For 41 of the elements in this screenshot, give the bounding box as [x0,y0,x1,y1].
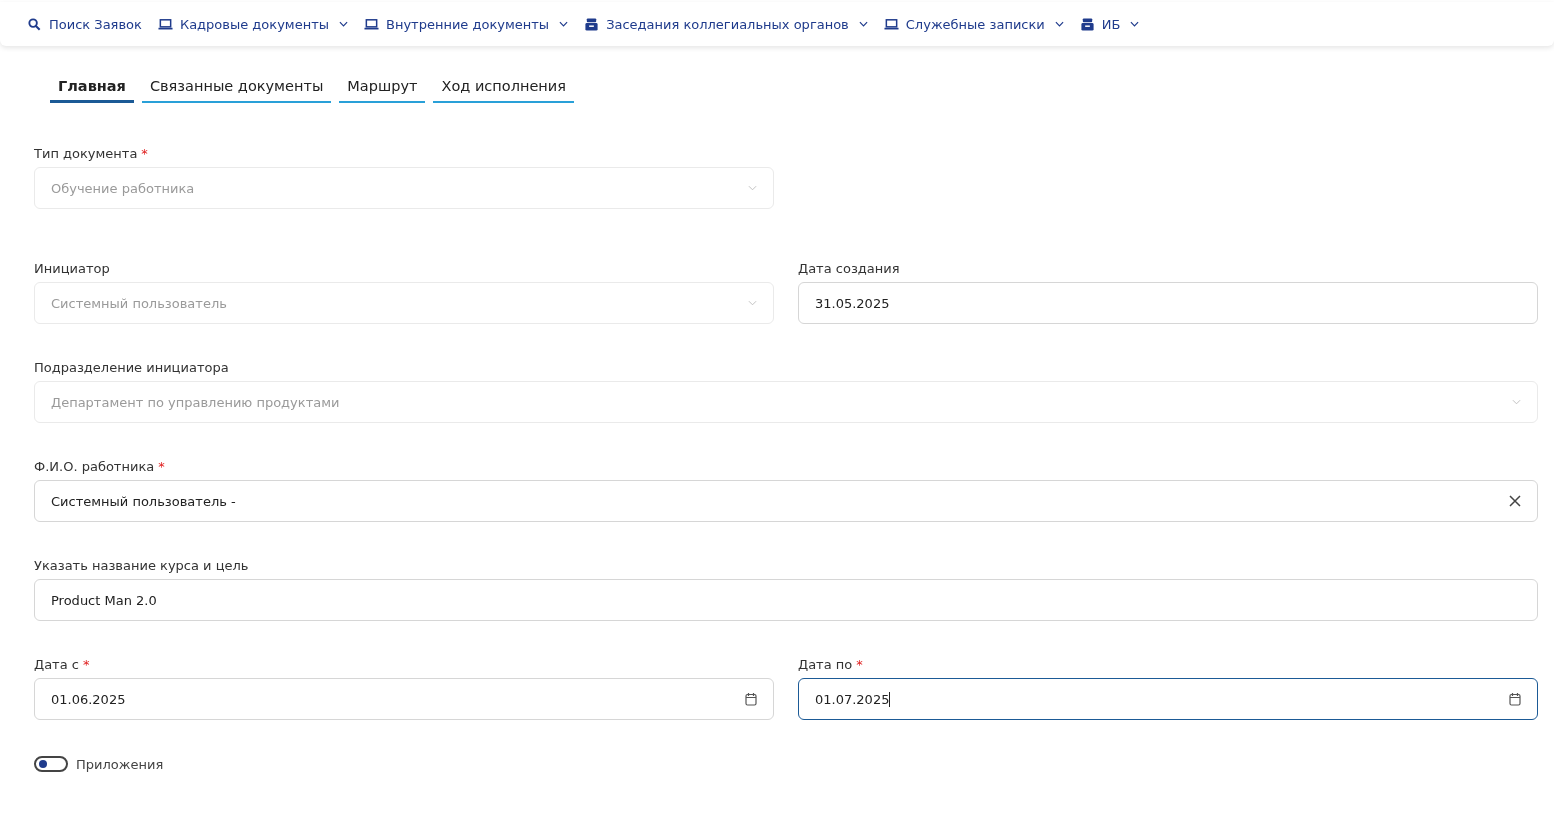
tab[interactable]: Связанные документы [141,70,332,103]
input-field[interactable]: Product Man 2.0 [34,579,1538,621]
laptop-icon [883,16,899,32]
field-label: Ф.И.О. работника [34,459,155,476]
nav-menu-item[interactable]: Служебные записки [883,16,1064,32]
inbox-tray-icon [1079,16,1095,32]
required-mark: * [856,657,863,674]
nav-menu-item[interactable]: Внутренние документы [364,16,569,32]
input-field[interactable]: 01.06.2025 [34,678,774,720]
tab[interactable]: Ход исполнения [433,70,574,103]
laptop-icon [157,16,173,32]
inbox-tray-icon [584,16,600,32]
calendar-icon[interactable] [745,692,757,706]
nav-menu-item[interactable]: Поиск Заявок [27,16,142,32]
input-field[interactable]: 31.05.2025 [798,282,1538,324]
toggle-switch[interactable] [34,756,68,772]
close-icon[interactable] [1509,495,1521,507]
input-field[interactable]: Системный пользователь - [34,480,1538,522]
field-label: Тип документа [34,146,138,163]
nav-menu-item[interactable]: ИБ [1079,16,1140,32]
chevron-down-icon [748,300,757,306]
tab[interactable]: Главная [50,70,134,103]
field-label: Указать название курса и цель [34,558,249,575]
required-mark: * [82,657,90,674]
required-mark: * [141,146,148,163]
nav-menu-item[interactable]: Кадровые документы [157,16,348,32]
input-field[interactable]: 01.07.2025 [798,678,1538,720]
search-icon [27,16,42,32]
field-label: Дата по [798,657,853,674]
chevron-down-icon [748,185,757,191]
field-label: Дата создания [798,261,900,278]
field-label: Инициатор [34,261,110,278]
calendar-icon[interactable] [1509,692,1521,706]
required-mark: * [158,459,165,476]
field-label: Дата с [34,657,79,674]
laptop-icon [364,16,379,32]
field-label: Подразделение инициатора [34,360,229,377]
tab[interactable]: Маршрут [339,70,426,103]
chevron-down-icon [1512,399,1521,405]
nav-menu-item[interactable]: Заседания коллегиальных органов [584,16,868,32]
toggle-label: Приложения [76,756,164,772]
